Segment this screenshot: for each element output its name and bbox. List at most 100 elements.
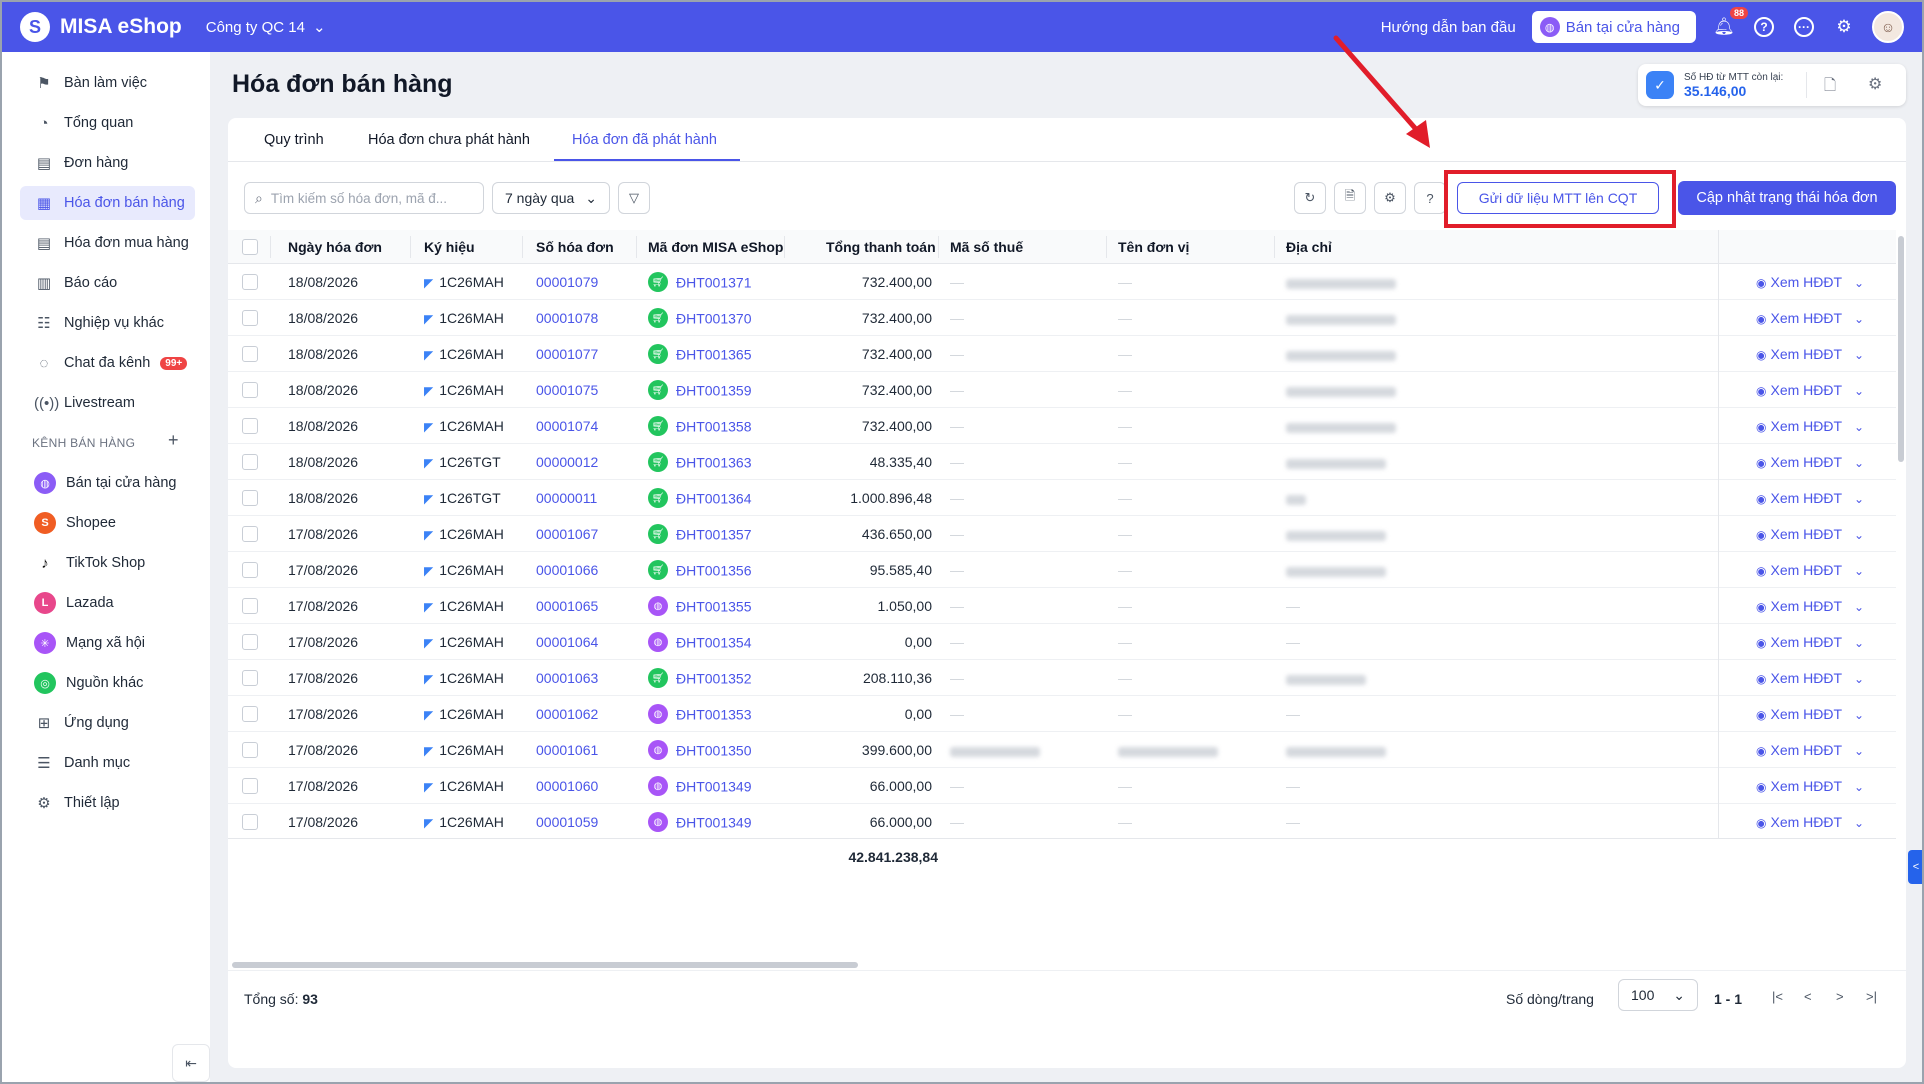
view-einvoice-link[interactable]: ◉ Xem HĐĐT ⌄	[1756, 310, 1864, 326]
view-einvoice-link[interactable]: ◉ Xem HĐĐT ⌄	[1756, 454, 1864, 470]
table-row[interactable]: 17/08/2026 ◤ 1C26MAH 00001059 ◍ ĐHT001349 66.0…	[228, 804, 1896, 838]
row-checkbox[interactable]	[242, 382, 258, 398]
view-einvoice-link[interactable]: ◉ Xem HĐĐT ⌄	[1756, 634, 1864, 650]
row-checkbox[interactable]	[242, 526, 258, 542]
first-page-icon[interactable]: |<	[1772, 989, 1783, 1004]
sidebar-item-sales-invoices[interactable]: ▦ Hóa đơn bán hàng	[20, 186, 195, 220]
view-einvoice-link[interactable]: ◉ Xem HĐĐT ⌄	[1756, 382, 1864, 398]
row-checkbox[interactable]	[242, 598, 258, 614]
vertical-scrollbar[interactable]	[1898, 236, 1904, 462]
document-icon[interactable]: 🗋	[1824, 75, 1836, 100]
scrollbar-thumb[interactable]	[232, 962, 858, 968]
view-einvoice-link[interactable]: ◉ Xem HĐĐT ⌄	[1756, 814, 1864, 830]
table-row[interactable]: 17/08/2026 ◤ 1C26MAH 00001060 ◍ ĐHT001349 66.0…	[228, 768, 1896, 804]
invoice-number-link[interactable]: 00000012	[536, 454, 598, 470]
order-code-link[interactable]: ĐHT001349	[676, 815, 752, 831]
sidebar-item-other-sources[interactable]: ◎ Nguồn khác	[20, 666, 195, 700]
row-checkbox[interactable]	[242, 454, 258, 470]
view-einvoice-link[interactable]: ◉ Xem HĐĐT ⌄	[1756, 706, 1864, 722]
invoice-number-link[interactable]: 00001078	[536, 310, 598, 326]
chevron-down-icon[interactable]: ⌄	[1854, 744, 1864, 758]
view-einvoice-link[interactable]: ◉ Xem HĐĐT ⌄	[1756, 598, 1864, 614]
sidebar-item-multichannel-chat[interactable]: ◌ Chat đa kênh 99+	[20, 346, 195, 380]
select-all-checkbox[interactable]	[242, 239, 258, 255]
gear-icon[interactable]: ⚙	[1832, 15, 1856, 39]
sidebar-item-catalog[interactable]: ☰ Danh mục	[20, 746, 195, 780]
last-page-icon[interactable]: >|	[1866, 989, 1877, 1004]
view-einvoice-link[interactable]: ◉ Xem HĐĐT ⌄	[1756, 490, 1864, 506]
sidebar-item-apps[interactable]: ⊞ Ứng dụng	[20, 706, 195, 740]
row-checkbox[interactable]	[242, 634, 258, 650]
order-code-link[interactable]: ĐHT001349	[676, 779, 752, 795]
view-einvoice-link[interactable]: ◉ Xem HĐĐT ⌄	[1756, 742, 1864, 758]
invoice-number-link[interactable]: 00001079	[536, 274, 598, 290]
table-row[interactable]: 18/08/2026 ◤ 1C26MAH 00001077 🛒︎ ĐHT001365 732…	[228, 336, 1896, 372]
sidebar-item-workspace[interactable]: ⚑ Bàn làm việc	[20, 66, 195, 100]
column-header-symbol[interactable]: Ký hiệu	[424, 239, 475, 255]
row-checkbox[interactable]	[242, 814, 258, 830]
chevron-down-icon[interactable]: ⌄	[1854, 312, 1864, 326]
column-header-order-code[interactable]: Mã đơn MISA eShop	[648, 239, 783, 255]
chevron-down-icon[interactable]: ⌄	[1854, 420, 1864, 434]
chevron-down-icon[interactable]: ⌄	[1854, 348, 1864, 362]
brand-name[interactable]: MISA eShop	[60, 15, 182, 39]
view-einvoice-link[interactable]: ◉ Xem HĐĐT ⌄	[1756, 346, 1864, 362]
sidebar-item-in-store[interactable]: ◍ Bán tại cửa hàng	[20, 466, 195, 500]
row-checkbox[interactable]	[242, 490, 258, 506]
view-einvoice-link[interactable]: ◉ Xem HĐĐT ⌄	[1756, 670, 1864, 686]
chevron-down-icon[interactable]: ⌄	[1854, 816, 1864, 830]
table-row[interactable]: 17/08/2026 ◤ 1C26MAH 00001067 🛒︎ ĐHT001357 436…	[228, 516, 1896, 552]
table-row[interactable]: 17/08/2026 ◤ 1C26MAH 00001064 ◍ ĐHT001354 0,00…	[228, 624, 1896, 660]
sidebar-item-reports[interactable]: ▥ Báo cáo	[20, 266, 195, 300]
search-input[interactable]	[270, 190, 461, 206]
company-selector[interactable]: Công ty QC 14 ⌄	[206, 18, 326, 37]
sidebar-item-lazada[interactable]: L Lazada	[20, 586, 195, 620]
sidebar-item-tiktok-shop[interactable]: ♪ TikTok Shop	[20, 546, 195, 580]
chevron-down-icon[interactable]: ⌄	[1854, 276, 1864, 290]
order-code-link[interactable]: ĐHT001364	[676, 491, 752, 507]
chevron-down-icon[interactable]: ⌄	[1854, 600, 1864, 614]
help-button[interactable]: ?	[1414, 182, 1446, 214]
row-checkbox[interactable]	[242, 310, 258, 326]
table-row[interactable]: 18/08/2026 ◤ 1C26MAH 00001078 🛒︎ ĐHT001370 732…	[228, 300, 1896, 336]
order-code-link[interactable]: ĐHT001357	[676, 527, 752, 543]
table-row[interactable]: 17/08/2026 ◤ 1C26MAH 00001066 🛒︎ ĐHT001356 95.…	[228, 552, 1896, 588]
sidebar-item-purchase-invoices[interactable]: ▤ Hóa đơn mua hàng	[20, 226, 195, 260]
row-checkbox[interactable]	[242, 670, 258, 686]
order-code-link[interactable]: ĐHT001352	[676, 671, 752, 687]
invoice-number-link[interactable]: 00001062	[536, 706, 598, 722]
invoice-number-link[interactable]: 00001065	[536, 598, 598, 614]
column-header-date[interactable]: Ngày hóa đơn	[288, 239, 382, 255]
table-row[interactable]: 18/08/2026 ◤ 1C26MAH 00001074 🛒︎ ĐHT001358 732…	[228, 408, 1896, 444]
order-code-link[interactable]: ĐHT001365	[676, 347, 752, 363]
chevron-down-icon[interactable]: ⌄	[1854, 384, 1864, 398]
update-invoice-status-button[interactable]: Cập nhật trạng thái hóa đơn	[1678, 181, 1896, 215]
chevron-down-icon[interactable]: ⌄	[1854, 672, 1864, 686]
chevron-down-icon[interactable]: ⌄	[1854, 564, 1864, 578]
bell-icon[interactable]: 🔔︎ 88	[1712, 7, 1748, 39]
sidebar-item-overview[interactable]: ◔ Tổng quan	[20, 106, 195, 140]
view-einvoice-link[interactable]: ◉ Xem HĐĐT ⌄	[1756, 418, 1864, 434]
chevron-down-icon[interactable]: ⌄	[1854, 456, 1864, 470]
invoice-number-link[interactable]: 00001059	[536, 814, 598, 830]
row-checkbox[interactable]	[242, 742, 258, 758]
column-header-company-name[interactable]: Tên đơn vị	[1118, 239, 1189, 255]
order-code-link[interactable]: ĐHT001356	[676, 563, 752, 579]
period-select[interactable]: 7 ngày qua ⌄	[492, 182, 610, 214]
sidebar-item-social[interactable]: ✳ Mạng xã hội	[20, 626, 195, 660]
table-row[interactable]: 17/08/2026 ◤ 1C26MAH 00001062 ◍ ĐHT001353 0,00…	[228, 696, 1896, 732]
sidebar-item-orders[interactable]: ▤ Đơn hàng	[20, 146, 195, 180]
order-code-link[interactable]: ĐHT001355	[676, 599, 752, 615]
chevron-down-icon[interactable]: ⌄	[1854, 492, 1864, 506]
view-einvoice-link[interactable]: ◉ Xem HĐĐT ⌄	[1756, 562, 1864, 578]
help-icon[interactable]: ?	[1752, 15, 1776, 39]
order-code-link[interactable]: ĐHT001358	[676, 419, 752, 435]
view-einvoice-link[interactable]: ◉ Xem HĐĐT ⌄	[1756, 526, 1864, 542]
invoice-number-link[interactable]: 00001074	[536, 418, 598, 434]
tab-issued-invoices[interactable]: Hóa đơn đã phát hành	[572, 132, 717, 148]
sidebar-item-other-tasks[interactable]: ☷ Nghiệp vụ khác	[20, 306, 195, 340]
invoice-number-link[interactable]: 00001077	[536, 346, 598, 362]
avatar[interactable]: ☺	[1872, 11, 1904, 43]
order-code-link[interactable]: ĐHT001363	[676, 455, 752, 471]
invoice-number-link[interactable]: 00001064	[536, 634, 598, 650]
